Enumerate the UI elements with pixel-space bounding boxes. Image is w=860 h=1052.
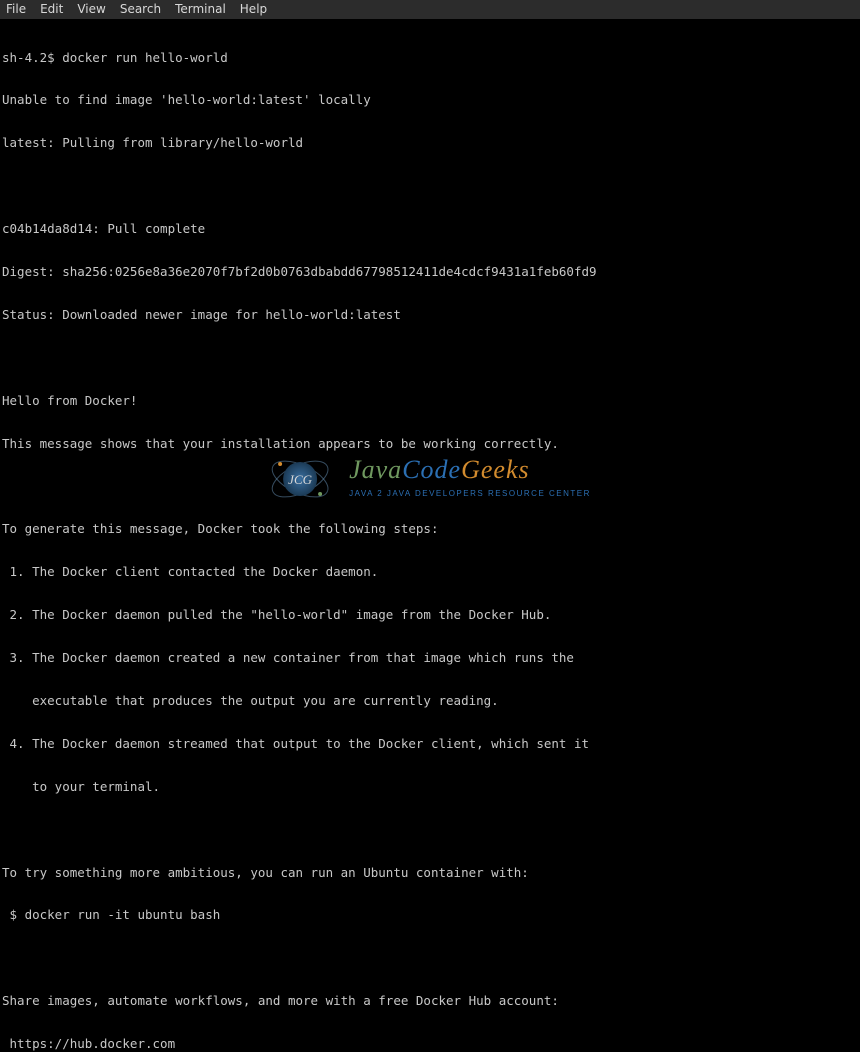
terminal-line: Status: Downloaded newer image for hello… bbox=[2, 308, 858, 322]
terminal-line: Share images, automate workflows, and mo… bbox=[2, 994, 858, 1008]
terminal-line: latest: Pulling from library/hello-world bbox=[2, 136, 858, 150]
terminal-line: To generate this message, Docker took th… bbox=[2, 522, 858, 536]
terminal-output[interactable]: sh-4.2$ docker run hello-world Unable to… bbox=[0, 19, 860, 1052]
terminal-line: $ docker run -it ubuntu bash bbox=[2, 908, 858, 922]
menu-edit[interactable]: Edit bbox=[40, 2, 63, 16]
menu-view[interactable]: View bbox=[77, 2, 105, 16]
menu-terminal[interactable]: Terminal bbox=[175, 2, 226, 16]
terminal-line: https://hub.docker.com bbox=[2, 1037, 858, 1051]
terminal-line bbox=[2, 480, 858, 494]
terminal-line: This message shows that your installatio… bbox=[2, 437, 858, 451]
terminal-line bbox=[2, 351, 858, 365]
menu-file[interactable]: File bbox=[6, 2, 26, 16]
menu-search[interactable]: Search bbox=[120, 2, 161, 16]
terminal-line: 1. The Docker client contacted the Docke… bbox=[2, 565, 858, 579]
terminal-line: c04b14da8d14: Pull complete bbox=[2, 222, 858, 236]
terminal-line: to your terminal. bbox=[2, 780, 858, 794]
terminal-line: 2. The Docker daemon pulled the "hello-w… bbox=[2, 608, 858, 622]
terminal-line: Digest: sha256:0256e8a36e2070f7bf2d0b076… bbox=[2, 265, 858, 279]
terminal-line bbox=[2, 179, 858, 193]
terminal-line: 4. The Docker daemon streamed that outpu… bbox=[2, 737, 858, 751]
terminal-line bbox=[2, 951, 858, 965]
terminal-line: sh-4.2$ docker run hello-world bbox=[2, 51, 858, 65]
terminal-line: executable that produces the output you … bbox=[2, 694, 858, 708]
terminal-line bbox=[2, 823, 858, 837]
terminal-line: Hello from Docker! bbox=[2, 394, 858, 408]
terminal-line: 3. The Docker daemon created a new conta… bbox=[2, 651, 858, 665]
menu-help[interactable]: Help bbox=[240, 2, 267, 16]
terminal-line: Unable to find image 'hello-world:latest… bbox=[2, 93, 858, 107]
menubar: File Edit View Search Terminal Help bbox=[0, 0, 860, 19]
terminal-line: To try something more ambitious, you can… bbox=[2, 866, 858, 880]
